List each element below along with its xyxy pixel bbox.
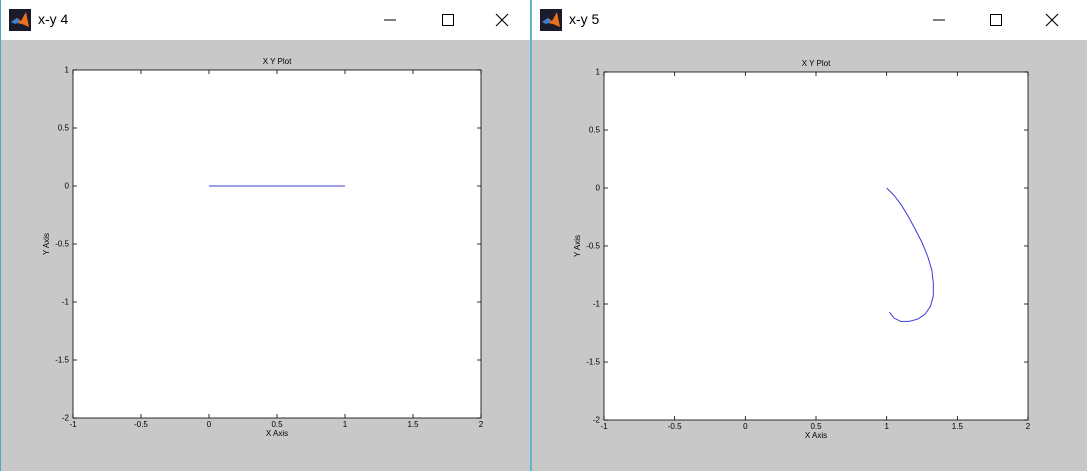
x-tick-label: -1 — [69, 420, 77, 429]
x-tick-label: 0 — [207, 420, 212, 429]
y-tick-label: -1.5 — [586, 358, 600, 367]
x-tick-label: -0.5 — [668, 422, 682, 431]
y-tick-label: 1 — [65, 66, 70, 75]
y-tick-label: 0.5 — [58, 124, 70, 133]
y-tick-label: -2 — [593, 416, 601, 425]
y-tick-label: 1 — [596, 68, 601, 77]
y-tick-label: 0.5 — [589, 126, 601, 135]
title-bar[interactable]: x-y 5 — [532, 0, 1087, 40]
y-tick-label: -1 — [593, 300, 601, 309]
y-axis-label: Y Axis — [573, 235, 582, 257]
y-tick-label: -0.5 — [55, 240, 69, 249]
y-axis-label: Y Axis — [42, 233, 51, 255]
maximize-button[interactable] — [436, 8, 460, 32]
title-bar[interactable]: x-y 4 — [1, 0, 530, 40]
y-tick-label: -2 — [62, 414, 70, 423]
minimize-button[interactable] — [927, 8, 951, 32]
maximize-icon — [442, 14, 454, 26]
x-tick-label: 0.5 — [271, 420, 283, 429]
x-axis-label: X Axis — [266, 429, 288, 438]
close-button[interactable] — [490, 8, 514, 32]
close-button[interactable] — [1040, 8, 1064, 32]
minimize-icon — [384, 19, 396, 21]
x-tick-label: 1 — [884, 422, 889, 431]
y-tick-label: -1.5 — [55, 356, 69, 365]
xy-plot: -1 -0.5 0 0.5 1 1.5 2 1 0.5 0 -0.5 -1 -1.5 -2 X Y Plot… — [573, 59, 1031, 440]
figure-window-x-y-5[interactable]: x-y 5 -1 -0.5 0 0.5 1 1.5 2 1 0.5 0 -0.5 -1 -1.5 -2 X … — [532, 0, 1087, 471]
minimize-icon — [933, 19, 945, 21]
x-tick-label: 1.5 — [952, 422, 964, 431]
matlab-app-icon — [540, 9, 562, 31]
plot-area — [72, 69, 482, 419]
x-axis-label: X Axis — [805, 431, 827, 440]
minimize-button[interactable] — [378, 8, 402, 32]
x-tick-label: 1.5 — [407, 420, 419, 429]
window-title: x-y 4 — [38, 11, 69, 27]
matlab-app-icon — [9, 9, 31, 31]
x-tick-label: 2 — [479, 420, 484, 429]
y-tick-label: -1 — [62, 298, 70, 307]
close-icon — [495, 13, 509, 27]
y-tick-label: 0 — [596, 184, 601, 193]
x-tick-label: 1 — [343, 420, 348, 429]
chart-title: X Y Plot — [802, 59, 831, 68]
figure-window-x-y-4[interactable]: x-y 4 -1 -0.5 0 0.5 1 1.5 2 1 0.5 0 -0.5 -1 -1.5 -2 X … — [0, 0, 530, 471]
maximize-button[interactable] — [984, 8, 1008, 32]
y-tick-label: -0.5 — [586, 242, 600, 251]
xy-plot: -1 -0.5 0 0.5 1 1.5 2 1 0.5 0 -0.5 -1 -1.5 -2 X Y Plot… — [42, 57, 484, 438]
x-tick-label: -0.5 — [134, 420, 148, 429]
chart-title: X Y Plot — [263, 57, 292, 66]
x-tick-label: 2 — [1026, 422, 1031, 431]
y-tick-label: 0 — [65, 182, 70, 191]
x-tick-label: 0 — [743, 422, 748, 431]
figure-canvas: -1 -0.5 0 0.5 1 1.5 2 1 0.5 0 -0.5 -1 -1.5 -2 X Y Plot… — [532, 40, 1087, 471]
window-title: x-y 5 — [569, 11, 600, 27]
x-tick-label: -1 — [600, 422, 608, 431]
x-tick-label: 0.5 — [810, 422, 822, 431]
close-icon — [1045, 13, 1059, 27]
maximize-icon — [990, 14, 1002, 26]
figure-canvas: -1 -0.5 0 0.5 1 1.5 2 1 0.5 0 -0.5 -1 -1.5 -2 X Y Plot… — [1, 40, 530, 471]
plot-area — [603, 71, 1029, 421]
